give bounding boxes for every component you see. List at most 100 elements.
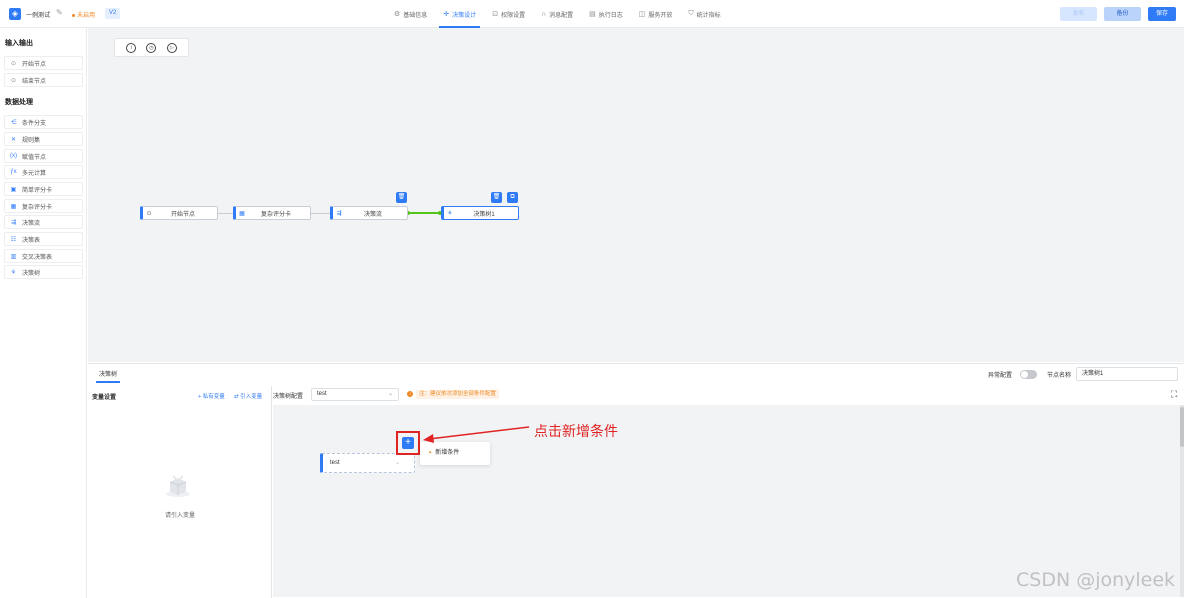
tree-config-select[interactable]: test ⌄ <box>311 388 399 401</box>
cross-icon: ✕ <box>10 136 17 143</box>
add-condition-button[interactable]: + <box>402 437 414 449</box>
status-badge: 未启用 <box>72 10 95 19</box>
empty-variables-text: 请引入变量 <box>164 513 195 519</box>
app-header: ◈ 一例测试 ✎ 未启用 V2 ⚙ 基础信息 ✛ 决策设计 ⊡ 权限设置 ∩ 消息配置 … <box>0 0 1184 28</box>
scorecard-icon: ▣ <box>10 186 17 193</box>
palette-item-label: 结束节点 <box>22 78 47 85</box>
palette-item-label: 交叉决策表 <box>22 254 53 261</box>
palette-item-label: 决策树 <box>22 270 41 277</box>
palette-item-complex-scorecard[interactable]: ▦ 复杂评分卡 <box>4 199 83 213</box>
delete-node-icon[interactable]: 🗑 <box>396 192 407 203</box>
copy-node-icon[interactable]: ⧉ <box>507 192 518 203</box>
variable-settings-title: 变量设置 <box>92 395 117 401</box>
palette-item-end[interactable]: ⊙ 结束节点 <box>4 73 83 87</box>
node-label: 开始节点 <box>170 211 195 218</box>
grid-card-icon: ▦ <box>10 203 17 210</box>
node-palette: 输入输出 ⊙ 开始节点 ⊙ 结束节点 数据处理 ⋲ 条件分支 ✕ 规则集 (x) 赋值节点… <box>0 28 87 598</box>
palette-item-label: 简单评分卡 <box>22 187 53 194</box>
palette-item-ruleset[interactable]: ✕ 规则集 <box>4 132 83 146</box>
annotation-text: 点击新增条件 <box>534 424 618 440</box>
palette-item-label: 开始节点 <box>22 61 47 68</box>
palette-item-cross-table[interactable]: ▥ 交叉决策表 <box>4 249 83 263</box>
flow-node-start[interactable]: ⊙ 开始节点 <box>140 206 218 220</box>
palette-item-condition[interactable]: ⋲ 条件分支 <box>4 115 83 129</box>
edit-icon[interactable]: ✎ <box>56 8 63 17</box>
headset-icon: ∩ <box>541 10 547 18</box>
tab-label: 决策设计 <box>452 12 477 19</box>
palette-item-label: 多元计算 <box>22 170 47 177</box>
app-logo-icon: ◈ <box>9 8 21 20</box>
table-icon: ☷ <box>10 236 17 243</box>
chevron-down-icon: ⌄ <box>394 460 400 466</box>
palette-item-label: 决策表 <box>22 237 41 244</box>
grid-card-icon: ▦ <box>239 210 245 217</box>
tab-label: 统计指标 <box>696 12 721 19</box>
flow-icon: ⇶ <box>10 219 17 226</box>
palette-item-decision-table[interactable]: ☷ 决策表 <box>4 232 83 246</box>
flow-node-complex-scorecard[interactable]: ▦ 复杂评分卡 <box>233 206 311 220</box>
palette-item-start[interactable]: ⊙ 开始节点 <box>4 56 83 70</box>
empty-box-icon <box>166 475 190 497</box>
tab-exec-log[interactable]: ▤ 执行日志 <box>581 0 631 28</box>
flow-node-decision-flow[interactable]: ⇶ 决策流 <box>330 206 408 220</box>
node-label: 复杂评分卡 <box>260 211 291 218</box>
box-icon: ◫ <box>638 11 646 18</box>
node-name-label: 节点名称 <box>1047 373 1072 379</box>
tab-permissions[interactable]: ⊡ 权限设置 <box>484 0 533 28</box>
flow-connector <box>217 213 233 214</box>
app-name: 一例测试 <box>26 13 51 19</box>
palette-item-label: 复杂评分卡 <box>22 204 53 211</box>
chevron-down-icon: ⌄ <box>387 391 393 397</box>
node-name-input[interactable]: 决策树1 <box>1076 367 1178 381</box>
node-config-panel: 决策树 异常配置 节点名称 决策树1 变量设置 + 私有变量 ⇄ 引入变量 请引… <box>88 363 1184 598</box>
tab-decision-design[interactable]: ✛ 决策设计 <box>435 0 484 28</box>
scrollbar-thumb[interactable] <box>1180 407 1184 447</box>
canvas-toolbar: i ◷ ▷ <box>114 38 189 57</box>
tab-label: 执行日志 <box>598 12 623 19</box>
info-icon[interactable]: i <box>126 42 137 53</box>
flow-connector-active <box>408 212 441 214</box>
save-button[interactable]: 保存 <box>1148 7 1176 21</box>
add-private-variable-link[interactable]: + 私有变量 <box>198 392 225 400</box>
exception-config-toggle[interactable] <box>1020 370 1037 379</box>
tree-root-node[interactable]: test ⌄ <box>320 453 415 473</box>
cross-table-icon: ▥ <box>10 253 17 260</box>
run-icon[interactable]: ▷ <box>166 42 177 53</box>
palette-item-decision-tree[interactable]: ⚘ 决策树 <box>4 265 83 279</box>
tab-messages[interactable]: ∩ 消息配置 <box>533 0 581 28</box>
config-tip: 注：建议依次添加全部条件配置 <box>416 390 500 399</box>
warning-icon: ! <box>407 391 413 397</box>
tab-service-open[interactable]: ◫ 服务开放 <box>631 0 681 28</box>
variable-panel: 变量设置 + 私有变量 ⇄ 引入变量 请引入变量 <box>88 386 272 598</box>
branch-icon: ⋲ <box>10 119 17 126</box>
palette-item-label: 条件分支 <box>22 120 47 127</box>
shield-icon: ⛉ <box>688 10 694 17</box>
publish-button[interactable]: 发布 <box>1060 7 1097 21</box>
flow-canvas[interactable]: i ◷ ▷ ⊙ 开始节点 ▦ 复杂评分卡 ⇶ 决策流 ⚘ 决策树1 🗑 🗑 ⧉ <box>88 28 1184 362</box>
doc-icon: ▤ <box>589 11 596 18</box>
delete-node-icon[interactable]: 🗑 <box>491 192 502 203</box>
stop-circle-icon: ⊙ <box>10 77 17 84</box>
node-label: 决策流 <box>363 211 382 218</box>
fullscreen-icon[interactable]: ⛶ <box>1171 389 1177 400</box>
import-variable-link[interactable]: ⇄ 引入变量 <box>234 392 262 400</box>
play-circle-icon: ⊙ <box>146 210 152 217</box>
flow-node-decision-tree[interactable]: ⚘ 决策树1 <box>441 206 519 220</box>
backup-button[interactable]: 备份 <box>1104 7 1141 21</box>
tree-node-label: test <box>330 460 340 466</box>
palette-item-multi-calc[interactable]: ƒx 多元计算 <box>4 165 83 179</box>
tab-basic-info[interactable]: ⚙ 基础信息 <box>386 0 435 28</box>
tree-scrollbar[interactable] <box>1180 405 1184 597</box>
gear-icon: ⚙ <box>394 11 401 18</box>
palette-item-simple-scorecard[interactable]: ▣ 简单评分卡 <box>4 182 83 196</box>
annotation-arrow-icon <box>423 426 530 443</box>
tab-decision-tree[interactable]: 决策树 <box>96 368 121 383</box>
lock-icon: ⊡ <box>492 11 499 18</box>
palette-item-decision-flow[interactable]: ⇶ 决策流 <box>4 215 83 229</box>
flow-icon: ⇶ <box>336 210 342 217</box>
palette-item-assign[interactable]: (x) 赋值节点 <box>4 149 83 163</box>
status-dot-icon <box>72 13 75 17</box>
history-icon[interactable]: ◷ <box>146 42 157 53</box>
tab-statistics[interactable]: ⛉ 统计指标 <box>680 0 728 28</box>
tab-label: 基础信息 <box>403 12 428 19</box>
